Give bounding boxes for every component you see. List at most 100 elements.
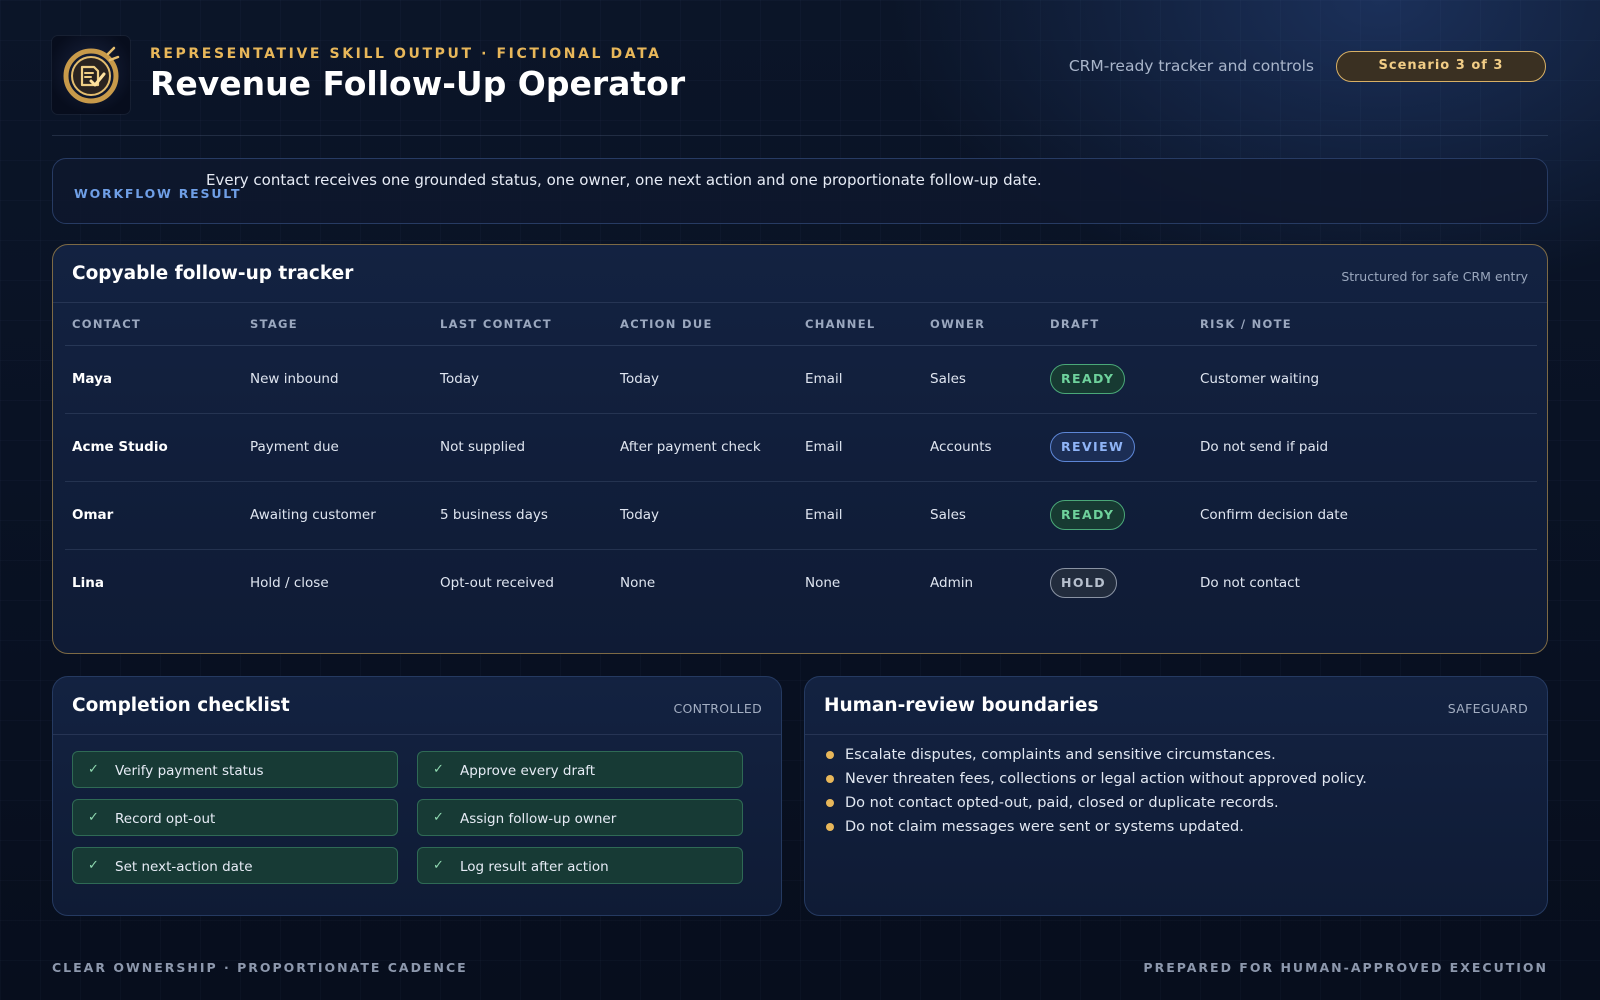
check-icon: ✓ xyxy=(433,762,444,777)
tracker-note: Structured for safe CRM entry xyxy=(1341,269,1528,284)
cell-risk-note: Do not contact xyxy=(1200,575,1300,592)
draft-status-badge[interactable]: HOLD xyxy=(1050,568,1118,599)
checklist-item-label: Record opt-out xyxy=(115,811,216,827)
boundaries-tag: SAFEGUARD xyxy=(1447,701,1528,716)
boundary-text: Escalate disputes, complaints and sensit… xyxy=(845,747,1276,763)
footer-right: PREPARED FOR HUMAN-APPROVED EXECUTION xyxy=(1143,960,1548,975)
page-title: Revenue Follow-Up Operator xyxy=(150,64,686,103)
cell-owner: Admin xyxy=(930,575,974,592)
checklist-item-label: Verify payment status xyxy=(115,763,264,779)
checklist-item[interactable]: ✓ Log result after action xyxy=(417,847,743,884)
cell-action-due: None xyxy=(620,575,656,592)
follow-up-tracker-panel: Copyable follow-up tracker Structured fo… xyxy=(52,244,1548,654)
column-header-action-due[interactable]: ACTION DUE xyxy=(613,303,798,346)
list-item: Never threaten fees, collections or lega… xyxy=(824,767,1367,791)
cell-channel: Email xyxy=(798,345,923,414)
list-item: Do not claim messages were sent or syste… xyxy=(824,815,1367,839)
checklist-badge-icon xyxy=(52,36,130,114)
cell-last-contact: 5 business days xyxy=(433,481,613,550)
checklist-item[interactable]: ✓ Verify payment status xyxy=(72,751,398,788)
column-header-owner[interactable]: OWNER xyxy=(923,303,1043,346)
cell-contact: Lina xyxy=(72,575,104,592)
cell-last-contact: Not supplied xyxy=(433,413,613,482)
check-icon: ✓ xyxy=(433,858,444,873)
cell-action-due: Today xyxy=(613,345,798,414)
workflow-result-text: Every contact receives one grounded stat… xyxy=(206,171,1042,189)
checklist-item-label: Log result after action xyxy=(460,859,609,875)
list-item: Escalate disputes, complaints and sensit… xyxy=(824,743,1367,767)
cell-contact: Maya xyxy=(65,345,243,414)
checklist-item[interactable]: ✓ Assign follow-up owner xyxy=(417,799,743,836)
checklist-item-label: Assign follow-up owner xyxy=(460,811,617,827)
cell-stage: Awaiting customer xyxy=(243,481,433,550)
checklist-item[interactable]: ✓ Set next-action date xyxy=(72,847,398,884)
check-icon: ✓ xyxy=(88,858,99,873)
table-row[interactable]: Lina Hold / close Opt-out received None … xyxy=(65,549,1537,617)
cell-owner: Sales xyxy=(923,481,1043,550)
cell-draft: REVIEW xyxy=(1043,413,1193,482)
column-header-channel[interactable]: CHANNEL xyxy=(798,303,923,346)
tracker-header: Copyable follow-up tracker Structured fo… xyxy=(53,245,1547,303)
cell-action-due: After payment check xyxy=(613,413,798,482)
header-eyebrow: REPRESENTATIVE SKILL OUTPUT · FICTIONAL … xyxy=(150,46,662,62)
dot-icon xyxy=(826,751,834,759)
cell-last-contact: Opt-out received xyxy=(440,575,554,592)
column-header-draft[interactable]: DRAFT xyxy=(1043,303,1193,346)
page: REPRESENTATIVE SKILL OUTPUT · FICTIONAL … xyxy=(52,0,1548,1000)
scenario-badge: Scenario 3 of 3 xyxy=(1336,51,1546,82)
cell-channel: Email xyxy=(798,481,923,550)
column-header-risk-note[interactable]: RISK / NOTE xyxy=(1193,303,1537,346)
cell-stage: Hold / close xyxy=(250,575,329,592)
cell-draft: HOLD xyxy=(1043,549,1193,617)
table-row[interactable]: Acme Studio Payment due Not supplied Aft… xyxy=(65,413,1537,482)
workflow-result-banner: WORKFLOW RESULT Every contact receives o… xyxy=(52,158,1548,224)
draft-status-badge[interactable]: READY xyxy=(1050,364,1126,394)
cell-risk-note: Customer waiting xyxy=(1193,345,1537,414)
cell-risk-note: Do not send if paid xyxy=(1193,413,1537,482)
check-icon: ✓ xyxy=(88,810,99,825)
checklist-header: Completion checklist CONTROLLED xyxy=(53,677,781,735)
footer-left: CLEAR OWNERSHIP · PROPORTIONATE CADENCE xyxy=(52,960,468,975)
cell-risk-note: Confirm decision date xyxy=(1193,481,1537,550)
header: REPRESENTATIVE SKILL OUTPUT · FICTIONAL … xyxy=(52,36,1548,136)
checklist-item-label: Approve every draft xyxy=(460,763,596,779)
cell-channel: Email xyxy=(798,413,923,482)
completion-checklist-panel: Completion checklist CONTROLLED ✓ Verify… xyxy=(52,676,782,916)
column-header-stage[interactable]: STAGE xyxy=(243,303,433,346)
cell-contact: Acme Studio xyxy=(65,413,243,482)
dot-icon xyxy=(826,799,834,807)
list-item: Do not contact opted-out, paid, closed o… xyxy=(824,791,1367,815)
draft-status-badge[interactable]: READY xyxy=(1050,500,1126,530)
checklist-tag: CONTROLLED xyxy=(673,701,762,716)
check-icon: ✓ xyxy=(88,762,99,777)
boundary-text: Do not contact opted-out, paid, closed o… xyxy=(845,795,1279,811)
checklist-item[interactable]: ✓ Record opt-out xyxy=(72,799,398,836)
tracker-header-row: CONTACT STAGE LAST CONTACT ACTION DUE CH… xyxy=(65,303,1537,346)
human-review-boundaries-panel: Human-review boundaries SAFEGUARD Escala… xyxy=(804,676,1548,916)
column-header-last-contact[interactable]: LAST CONTACT xyxy=(433,303,613,346)
dot-icon xyxy=(826,823,834,831)
draft-status-badge[interactable]: REVIEW xyxy=(1050,432,1136,462)
table-row[interactable]: Omar Awaiting customer 5 business days T… xyxy=(65,481,1537,550)
boundaries-list: Escalate disputes, complaints and sensit… xyxy=(824,743,1367,839)
table-row[interactable]: Maya New inbound Today Today Email Sales… xyxy=(65,345,1537,414)
tracker-title: Copyable follow-up tracker xyxy=(72,263,354,284)
cell-channel: None xyxy=(805,575,841,592)
boundaries-header: Human-review boundaries SAFEGUARD xyxy=(805,677,1547,735)
boundaries-title: Human-review boundaries xyxy=(824,695,1099,716)
cell-stage: New inbound xyxy=(243,345,433,414)
checklist-item[interactable]: ✓ Approve every draft xyxy=(417,751,743,788)
cell-action-due: Today xyxy=(613,481,798,550)
dot-icon xyxy=(826,775,834,783)
boundary-text: Do not claim messages were sent or syste… xyxy=(845,819,1244,835)
header-tagline: CRM-ready tracker and controls xyxy=(1068,57,1314,75)
cell-owner: Sales xyxy=(923,345,1043,414)
cell-draft: READY xyxy=(1043,481,1193,550)
cell-contact: Omar xyxy=(65,481,243,550)
column-header-contact[interactable]: CONTACT xyxy=(65,303,243,346)
cell-stage: Payment due xyxy=(243,413,433,482)
cell-last-contact: Today xyxy=(433,345,613,414)
check-icon: ✓ xyxy=(433,810,444,825)
cell-draft: READY xyxy=(1043,345,1193,414)
checklist-title: Completion checklist xyxy=(72,695,290,716)
